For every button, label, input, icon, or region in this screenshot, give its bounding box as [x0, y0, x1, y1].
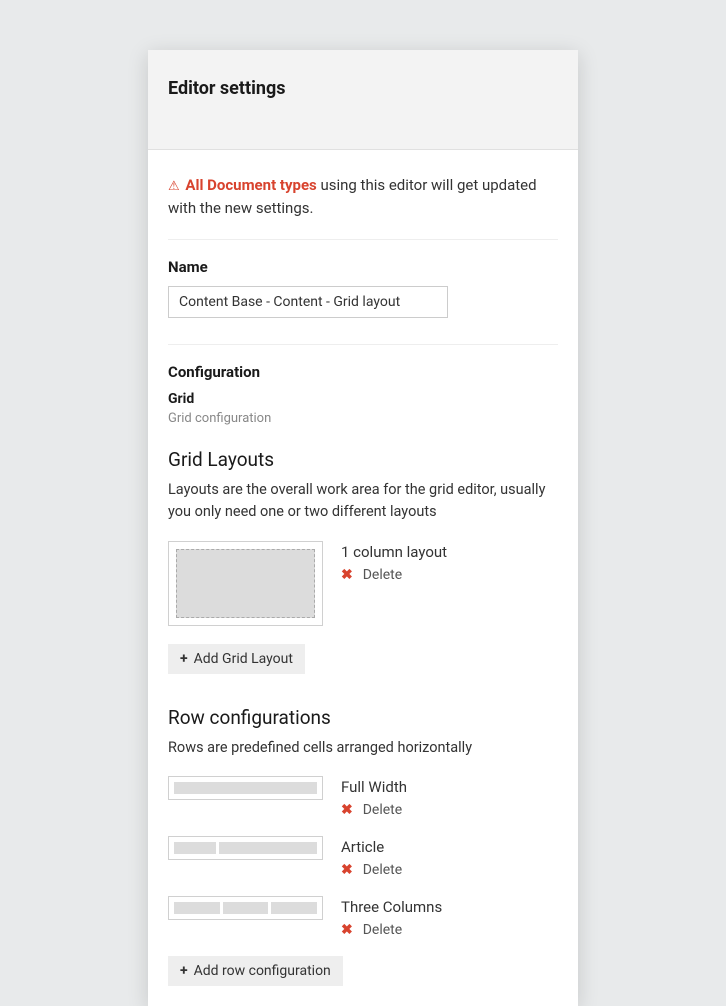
grid-layout-item[interactable]: 1 column layout ✖ Delete: [168, 541, 558, 626]
delete-row-config-button[interactable]: ✖ Delete: [341, 862, 402, 878]
grid-subheading: Grid: [168, 391, 558, 407]
grid-hint: Grid configuration: [168, 411, 558, 426]
cell: [271, 902, 317, 914]
delete-row-config-button[interactable]: ✖ Delete: [341, 922, 442, 938]
configuration-section: Configuration Grid Grid configuration Gr…: [168, 344, 558, 986]
row-config-item[interactable]: Full Width ✖ Delete: [168, 776, 558, 818]
row-cells-icon: [174, 842, 317, 854]
grid-layout-info: 1 column layout ✖ Delete: [341, 541, 447, 583]
delete-grid-layout-button[interactable]: ✖ Delete: [341, 567, 447, 583]
cell: [223, 902, 269, 914]
row-config-info: Three Columns ✖ Delete: [341, 896, 442, 938]
row-config-info: Full Width ✖ Delete: [341, 776, 407, 818]
configuration-heading: Configuration: [168, 363, 558, 381]
row-config-name: Three Columns: [341, 898, 442, 916]
close-icon: ✖: [341, 568, 353, 582]
plus-icon: +: [180, 652, 188, 666]
cell: [219, 842, 317, 854]
grid-layout-thumbnail: [168, 541, 323, 626]
row-cells-icon: [174, 782, 317, 794]
add-grid-layout-label: Add Grid Layout: [194, 651, 293, 667]
close-icon: ✖: [341, 923, 353, 937]
panel-header: Editor settings: [148, 50, 578, 150]
row-config-item[interactable]: Three Columns ✖ Delete: [168, 896, 558, 938]
panel-body: ⚠ All Document types using this editor w…: [148, 150, 578, 1006]
grid-layouts-title: Grid Layouts: [168, 448, 558, 471]
row-thumbnail-article: [168, 836, 323, 860]
row-configurations-description: Rows are predefined cells arranged horiz…: [168, 737, 558, 759]
row-config-item[interactable]: Article ✖ Delete: [168, 836, 558, 878]
delete-label: Delete: [363, 567, 402, 583]
warning-icon: ⚠: [168, 177, 180, 197]
row-thumbnail-three-columns: [168, 896, 323, 920]
delete-row-config-button[interactable]: ✖ Delete: [341, 802, 407, 818]
row-config-info: Article ✖ Delete: [341, 836, 402, 878]
name-label: Name: [168, 258, 558, 276]
delete-label: Delete: [363, 922, 402, 938]
warning-message: ⚠ All Document types using this editor w…: [168, 174, 558, 219]
close-icon: ✖: [341, 803, 353, 817]
cell: [174, 902, 220, 914]
grid-box-icon: [176, 549, 315, 618]
grid-layout-name: 1 column layout: [341, 543, 447, 561]
row-configurations-section: Row configurations Rows are predefined c…: [168, 706, 558, 987]
divider: [168, 239, 558, 240]
panel-title: Editor settings: [168, 78, 558, 99]
delete-label: Delete: [363, 862, 402, 878]
row-thumbnail-full-width: [168, 776, 323, 800]
name-input[interactable]: [168, 286, 448, 318]
row-cells-icon: [174, 902, 317, 914]
row-config-name: Article: [341, 838, 402, 856]
close-icon: ✖: [341, 863, 353, 877]
cell: [174, 782, 317, 794]
cell: [174, 842, 216, 854]
add-row-configuration-button[interactable]: + Add row configuration: [168, 956, 343, 986]
add-row-configuration-label: Add row configuration: [194, 963, 331, 979]
add-grid-layout-button[interactable]: + Add Grid Layout: [168, 644, 305, 674]
row-config-name: Full Width: [341, 778, 407, 796]
warning-strong: All Document types: [185, 176, 316, 194]
plus-icon: +: [180, 964, 188, 978]
editor-settings-panel: Editor settings ⚠ All Document types usi…: [148, 50, 578, 1006]
row-configurations-title: Row configurations: [168, 706, 558, 729]
grid-layouts-description: Layouts are the overall work area for th…: [168, 479, 558, 523]
delete-label: Delete: [363, 802, 402, 818]
